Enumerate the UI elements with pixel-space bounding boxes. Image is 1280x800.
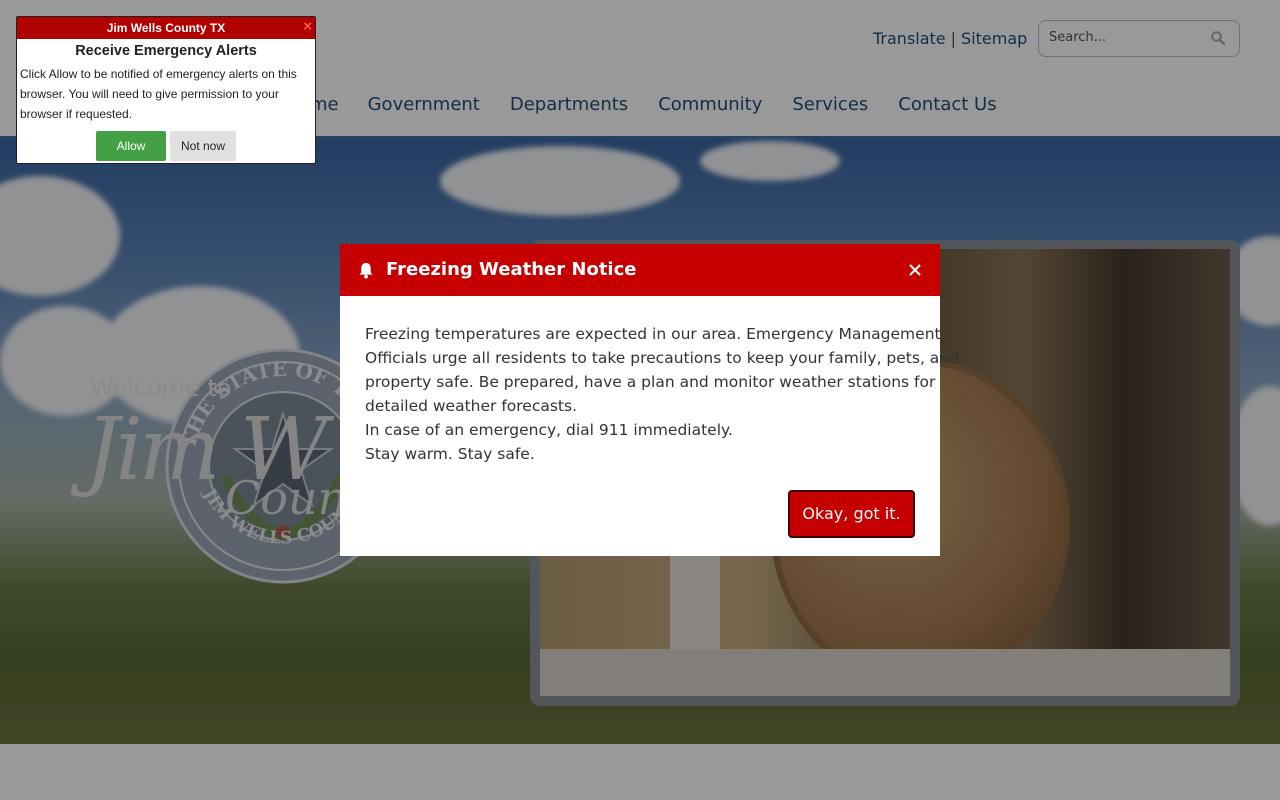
prompt-text: Click Allow to be notified of emergency … [17, 59, 315, 124]
modal-body-line: Officials urge all residents to take pre… [365, 349, 959, 367]
okay-got-it-button[interactable]: Okay, got it. [788, 490, 915, 538]
allow-button[interactable]: Allow [96, 131, 166, 161]
freezing-weather-modal: Freezing Weather Notice Freezing tempera… [340, 244, 959, 556]
prompt-header: Jim Wells County TX × [17, 17, 315, 39]
prompt-title: Receive Emergency Alerts [75, 43, 257, 59]
prompt-text-line: browser if requested. [20, 107, 133, 121]
prompt-buttons: Allow Not now [96, 131, 236, 161]
modal-body-line: detailed weather forecasts. [365, 397, 577, 415]
modal-body-line: In case of an emergency, dial 911 immedi… [365, 421, 733, 439]
prompt-site-name: Jim Wells County TX [106, 21, 226, 35]
prompt-text-line: browser. You will need to give permissio… [20, 87, 279, 101]
prompt-close-icon[interactable]: × [303, 17, 312, 37]
not-now-button[interactable]: Not now [170, 131, 236, 161]
modal-body-line: Stay warm. Stay safe. [365, 445, 535, 463]
modal-title: Freezing Weather Notice [386, 259, 637, 280]
emergency-alerts-prompt: Jim Wells County TX × Receive Emergency … [16, 16, 316, 164]
modal-header: Freezing Weather Notice [340, 244, 940, 296]
modal-body-line: property safe. Be prepared, have a plan … [365, 373, 936, 391]
modal-body: Freezing temperatures are expected in ou… [340, 296, 959, 466]
bell-icon [359, 263, 373, 279]
close-icon[interactable] [908, 263, 922, 277]
modal-body-line: Freezing temperatures are expected in ou… [365, 325, 941, 343]
prompt-text-line: Click Allow to be notified of emergency … [20, 67, 297, 81]
